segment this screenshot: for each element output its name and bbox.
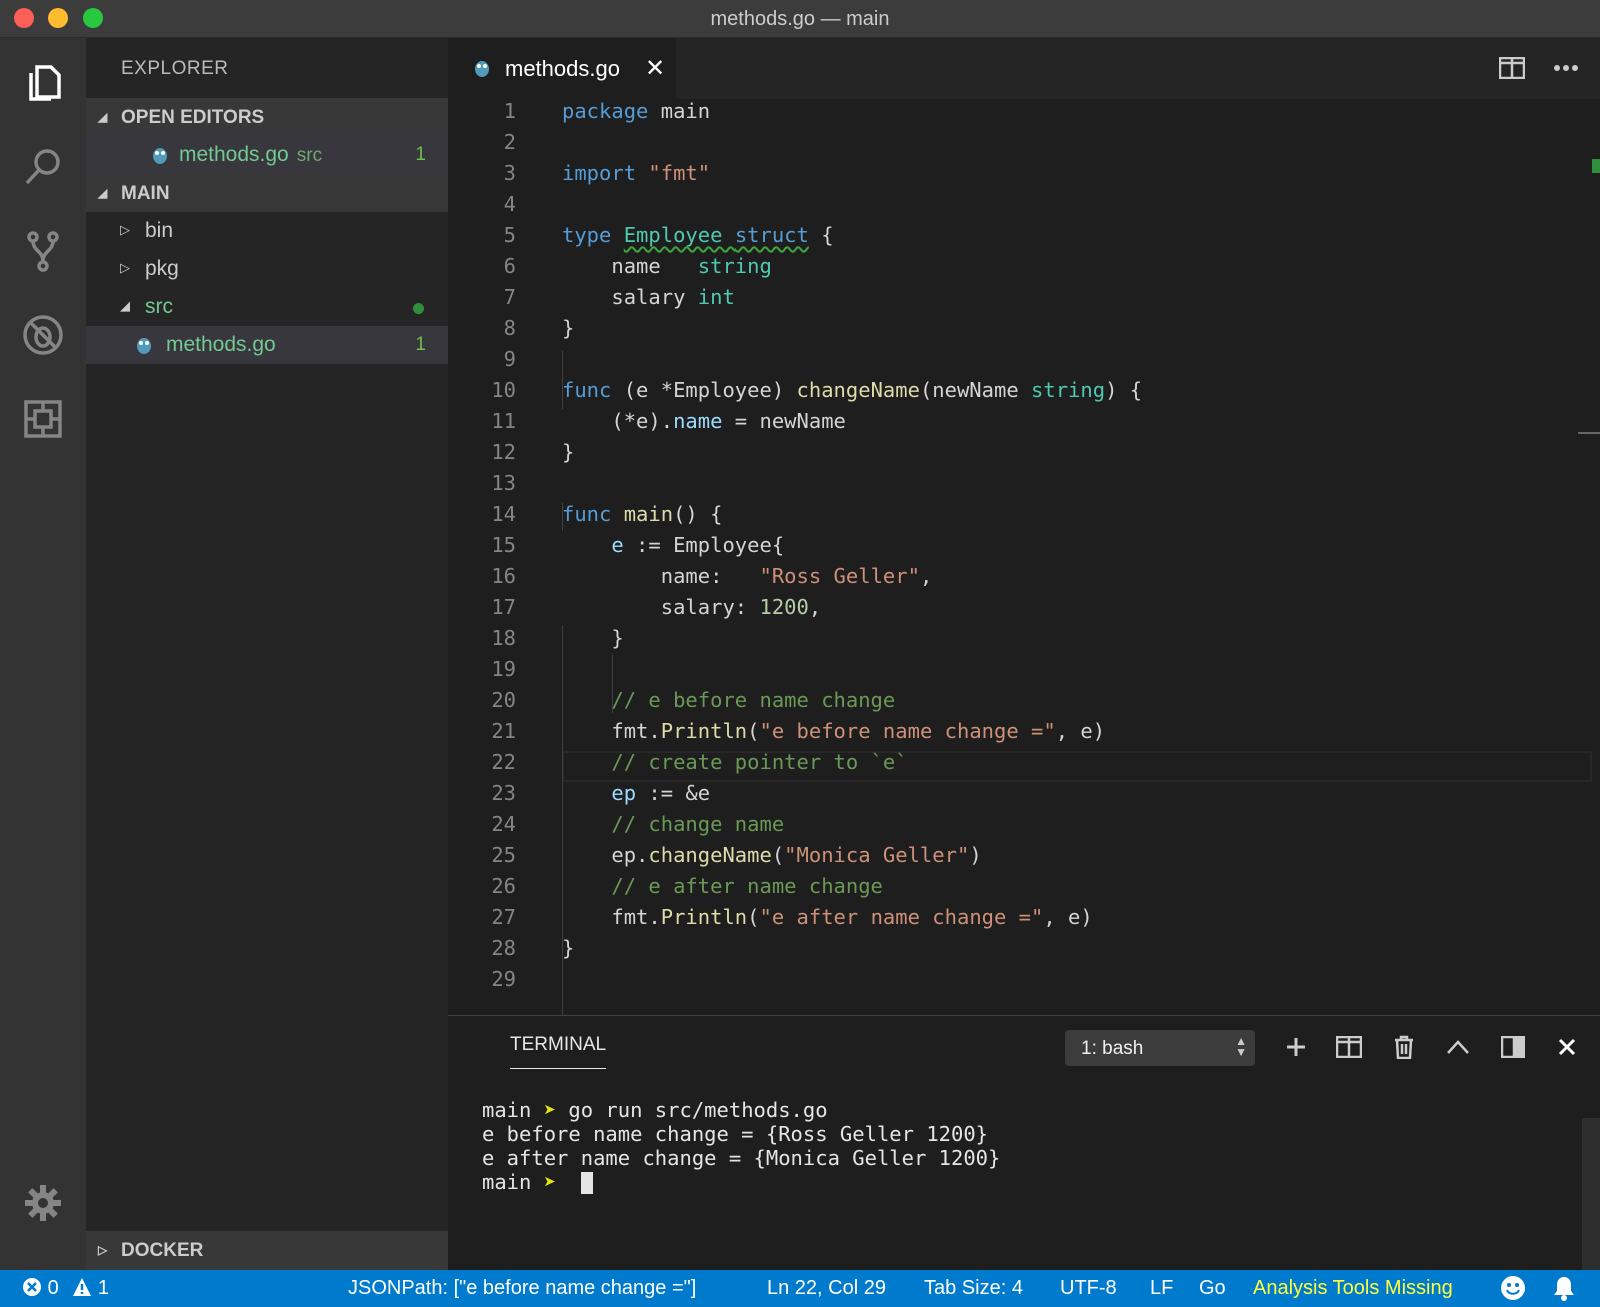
terminal-line: e after name change = {Monica Geller 120… bbox=[482, 1146, 1001, 1170]
cursor-position[interactable]: Ln 22, Col 29 bbox=[767, 1277, 886, 1300]
code-line: 21 fmt.Println("e before name change =",… bbox=[491, 719, 1106, 743]
explorer-title: EXPLORER bbox=[121, 58, 229, 79]
code-line: 13 bbox=[491, 471, 516, 495]
go-file-icon bbox=[137, 338, 151, 354]
code-line: 18 } bbox=[491, 626, 624, 650]
close-panel-icon[interactable] bbox=[1550, 1030, 1584, 1064]
tab-label: methods.go bbox=[505, 56, 620, 81]
terminal-scrollbar[interactable] bbox=[1582, 1118, 1600, 1271]
tab-terminal[interactable]: TERMINAL bbox=[510, 1034, 607, 1069]
terminal-cursor bbox=[580, 1172, 593, 1194]
language-mode[interactable]: Go bbox=[1199, 1277, 1226, 1300]
extensions-icon[interactable] bbox=[18, 394, 68, 444]
expand-caret-icon: ▷ bbox=[98, 1243, 108, 1257]
expand-caret-icon: ▷ bbox=[120, 222, 130, 237]
feedback-smiley-icon[interactable] bbox=[1500, 1275, 1526, 1307]
search-icon[interactable] bbox=[18, 142, 68, 192]
go-file-icon bbox=[153, 148, 167, 164]
terminal-line: e before name change = {Ross Geller 1200… bbox=[482, 1122, 989, 1146]
problem-count-badge: 1 bbox=[415, 144, 426, 165]
code-line: 6 name string bbox=[503, 254, 772, 278]
code-line: 20 // e before name change bbox=[491, 688, 896, 712]
more-actions-icon[interactable] bbox=[1550, 52, 1582, 84]
code-line: 8} bbox=[503, 316, 575, 340]
expand-caret-icon: ▷ bbox=[120, 260, 130, 275]
code-line: 1 package main bbox=[503, 99, 711, 123]
docker-section-header[interactable]: ▷ DOCKER bbox=[86, 1231, 448, 1270]
code-line: 5 type Employee struct { bbox=[503, 223, 834, 247]
code-line: 16 name: "Ross Geller", bbox=[491, 564, 933, 588]
code-line: 11 (*e).name = newName bbox=[491, 409, 846, 433]
go-file-icon bbox=[475, 61, 489, 77]
analysis-tools-warning[interactable]: Analysis Tools Missing bbox=[1253, 1277, 1453, 1300]
code-line: 26 // e after name change bbox=[491, 874, 883, 898]
split-editor-icon[interactable] bbox=[1496, 52, 1528, 84]
trash-icon[interactable] bbox=[1387, 1030, 1421, 1064]
debug-icon[interactable] bbox=[18, 310, 68, 360]
code-line: 17 salary: 1200, bbox=[491, 595, 822, 619]
code-line: 25 ep.changeName("Monica Geller") bbox=[491, 843, 982, 867]
open-editors-header[interactable]: ◢ OPEN EDITORS bbox=[86, 98, 448, 136]
code-line: 9 bbox=[503, 347, 516, 371]
select-arrows-icon: ▲ ▼ bbox=[1235, 1034, 1247, 1059]
window-title: methods.go — main bbox=[710, 8, 890, 30]
open-editor-item[interactable]: methods.go src 1 bbox=[86, 136, 448, 174]
code-line: 4 bbox=[503, 192, 516, 216]
explorer-sidebar: EXPLORER ◢ OPEN EDITORS methods.go src 1 … bbox=[86, 38, 448, 1270]
error-icon bbox=[23, 1278, 41, 1296]
gear-icon[interactable] bbox=[18, 1178, 68, 1228]
notifications-bell-icon[interactable] bbox=[1552, 1275, 1576, 1307]
code-line: 19 bbox=[491, 657, 516, 681]
encoding[interactable]: UTF-8 bbox=[1060, 1277, 1117, 1300]
code-line: 10 func (e *Employee) changeName(newName … bbox=[491, 378, 1143, 402]
code-line: 27 fmt.Println("e after name change =", … bbox=[491, 905, 1093, 929]
code-line: 23 ep := &e bbox=[491, 781, 711, 805]
tree-folder-src[interactable]: ◢ src bbox=[86, 288, 448, 326]
toggle-panel-position-icon[interactable] bbox=[1496, 1030, 1530, 1064]
warning-icon bbox=[73, 1278, 92, 1296]
code-line: 29 bbox=[491, 967, 516, 991]
modified-dot-icon bbox=[413, 303, 424, 314]
tab-size[interactable]: Tab Size: 4 bbox=[924, 1277, 1023, 1300]
line-ending[interactable]: LF bbox=[1150, 1277, 1173, 1300]
close-icon[interactable]: ✕ bbox=[645, 54, 665, 83]
code-line: 28} bbox=[491, 936, 575, 960]
tree-folder-pkg[interactable]: ▷ pkg bbox=[86, 250, 448, 288]
code-editor[interactable]: 1 package main 2 3 import "fmt" 4 5 type Em… bbox=[448, 99, 1600, 1015]
code-line: 2 bbox=[503, 130, 516, 154]
collapse-caret-icon: ◢ bbox=[120, 298, 130, 313]
tab-methods-go[interactable]: methods.go ✕ bbox=[448, 38, 676, 99]
editor-tab-bar: methods.go ✕ bbox=[448, 38, 1600, 99]
problems-indicator[interactable]: 0 1 bbox=[22, 1277, 109, 1300]
terminal-shell-select[interactable]: 1: bash ▲ ▼ bbox=[1065, 1030, 1255, 1066]
title-bar: methods.go — main bbox=[0, 0, 1600, 38]
file-path-hint: src bbox=[296, 145, 323, 166]
tree-file-methods-go[interactable]: methods.go 1 bbox=[86, 326, 448, 364]
code-line: 22 // create pointer to `e` bbox=[491, 750, 908, 774]
terminal-panel: TERMINAL 1: bash ▲ ▼ main ➤ go run src/me… bbox=[448, 1015, 1600, 1271]
collapse-arrow-icon: ◢ bbox=[98, 110, 108, 124]
terminal-line: main ➤ go run src/methods.go bbox=[482, 1098, 828, 1122]
code-line: 3 import "fmt" bbox=[503, 161, 711, 185]
problem-count-badge: 1 bbox=[415, 334, 426, 355]
jsonpath-indicator[interactable]: JSONPath: ["e before name change ="] bbox=[348, 1277, 696, 1300]
activity-bar bbox=[0, 38, 86, 1270]
source-control-icon[interactable] bbox=[18, 226, 68, 276]
workspace-header[interactable]: ◢ MAIN bbox=[86, 174, 448, 212]
code-line: 15 e := Employee{ bbox=[491, 533, 785, 557]
code-line: 14 func main() { bbox=[491, 502, 723, 526]
code-line: 12} bbox=[491, 440, 575, 464]
code-line: 24 // change name bbox=[491, 812, 785, 836]
maximize-panel-icon[interactable] bbox=[1441, 1030, 1475, 1064]
new-terminal-icon[interactable] bbox=[1279, 1030, 1313, 1064]
tree-folder-bin[interactable]: ▷ bin bbox=[86, 212, 448, 250]
status-bar: 0 1 JSONPath: ["e before name change ="]… bbox=[0, 1270, 1600, 1307]
explorer-icon[interactable] bbox=[18, 58, 68, 108]
code-line: 7 salary int bbox=[503, 285, 735, 309]
editor-actions bbox=[1496, 52, 1582, 84]
split-terminal-icon[interactable] bbox=[1332, 1030, 1366, 1064]
collapse-arrow-icon: ◢ bbox=[98, 186, 108, 200]
terminal-line[interactable]: main ➤ bbox=[482, 1170, 593, 1194]
